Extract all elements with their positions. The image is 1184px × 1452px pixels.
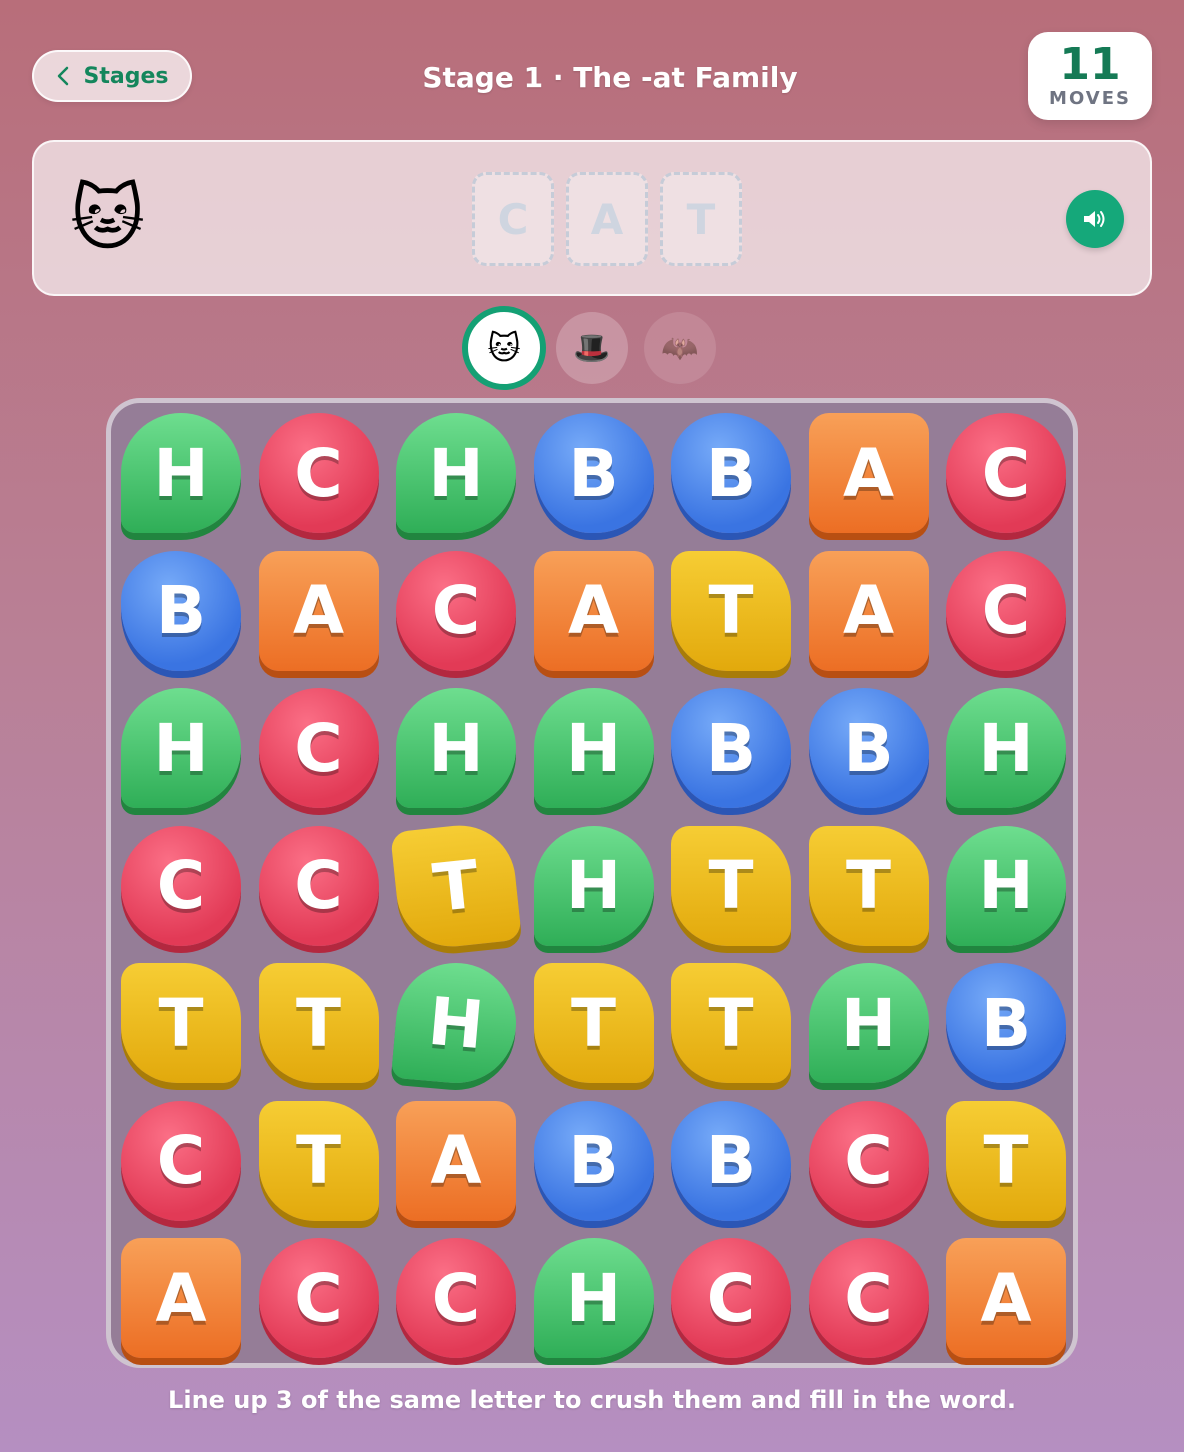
speaker-icon [1084,211,1105,227]
letter-tile[interactable]: H [533,825,654,946]
moves-label: MOVES [1049,88,1131,109]
letter-tile[interactable]: T [533,963,654,1083]
letter-slot: T [660,172,742,266]
letter-tile[interactable]: T [258,1100,379,1221]
letter-tile[interactable]: H [121,688,241,808]
letter-tile[interactable]: T [946,1100,1066,1221]
letter-tile[interactable]: A [808,550,929,671]
letter-tile[interactable]: A [258,550,379,671]
letter-tile[interactable]: B [121,550,241,671]
letter-tile[interactable]: T [390,819,522,952]
stages-back-label: Stages [83,63,169,89]
letter-tile[interactable]: C [946,550,1066,671]
word-option-hat[interactable]: 🎩 [556,312,628,384]
instruction-text: Line up 3 of the same letter to crush th… [168,1386,1016,1414]
letter-tile[interactable]: B [671,688,791,808]
play-sound-button[interactable] [1066,190,1124,248]
letter-slot: A [566,172,648,266]
letter-slot: C [472,172,554,266]
cat-face-icon: 🐱 [70,176,146,260]
moves-value: 11 [1059,39,1121,90]
target-word-panel: 🐱 C A T [32,140,1152,296]
letter-tile[interactable]: C [258,413,379,533]
letter-tile[interactable]: B [671,413,791,533]
letter-tile[interactable]: A [946,1238,1066,1358]
letter-tile[interactable]: H [808,963,929,1083]
letter-tile[interactable]: H [396,413,516,533]
letter-tile[interactable]: B [533,1100,654,1221]
letter-tile[interactable]: A [808,413,929,533]
word-option-cat[interactable]: 🐱 [462,306,546,390]
letter-tile[interactable]: C [258,825,379,946]
letter-tile[interactable]: C [258,1238,379,1358]
letter-tile[interactable]: C [121,1100,241,1221]
letter-tile[interactable]: H [390,957,522,1089]
letter-tile[interactable]: T [671,550,791,671]
letter-tile[interactable]: B [946,963,1066,1083]
letter-tile[interactable]: T [671,963,791,1083]
letter-tile[interactable]: C [808,1100,929,1221]
letter-tile[interactable]: B [533,413,654,533]
letter-tile[interactable]: T [258,963,379,1083]
game-board: HCHBBACBACATACHCHHBBHCCTHTTHTTHTTHBCTABB… [106,398,1078,1368]
word-option-bat[interactable]: 🦇 [644,312,716,384]
letter-tile[interactable]: T [671,825,791,946]
letter-tile[interactable]: T [121,963,241,1083]
letter-tile[interactable]: H [533,1238,654,1358]
letter-tile[interactable]: B [671,1100,791,1221]
moves-counter: 11 MOVES [1028,32,1152,120]
letter-tile[interactable]: H [946,688,1066,808]
letter-slots: C A T [472,172,742,266]
letter-tile[interactable]: C [808,1238,929,1358]
letter-tile[interactable]: C [258,688,379,808]
letter-tile[interactable]: C [671,1238,791,1358]
letter-tile[interactable]: C [121,825,241,946]
stages-back-button[interactable]: Stages [32,50,192,102]
letter-tile[interactable]: T [808,825,929,946]
letter-tile[interactable]: A [533,550,654,671]
letter-tile[interactable]: A [121,1238,241,1358]
letter-tile[interactable]: C [396,1238,516,1358]
letter-tile[interactable]: C [396,550,516,671]
letter-tile[interactable]: H [396,688,516,808]
word-picker: 🐱 🎩 🦇 [462,306,722,390]
stage-title: Stage 1 · The -at Family [422,61,798,94]
letter-tile[interactable]: C [946,413,1066,533]
chevron-left-icon [57,66,68,86]
letter-tile[interactable]: B [808,688,929,808]
letter-tile[interactable]: H [533,688,654,808]
letter-tile[interactable]: A [396,1100,516,1221]
letter-tile[interactable]: H [121,413,241,533]
letter-tile[interactable]: H [946,825,1066,946]
